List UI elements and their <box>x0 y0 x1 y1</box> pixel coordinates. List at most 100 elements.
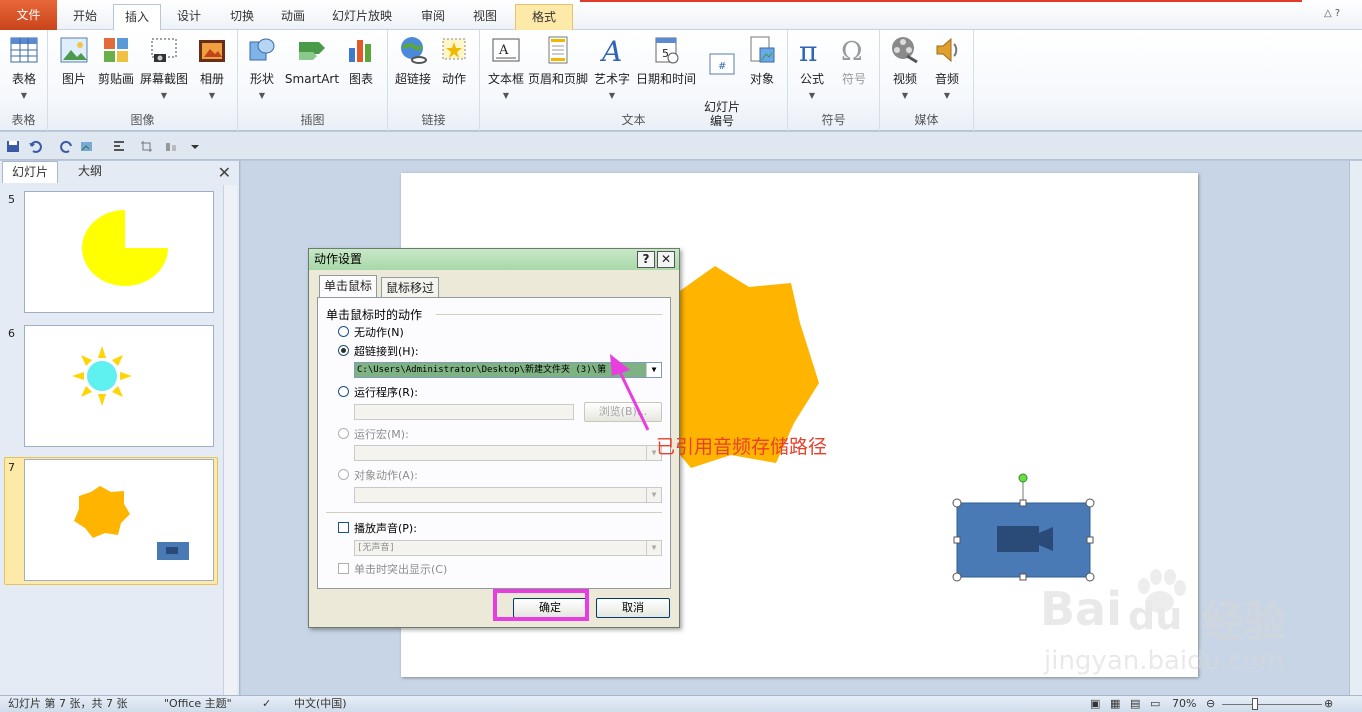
svg-text:#: # <box>718 61 726 72</box>
sun-shape-thumbnail <box>72 346 132 406</box>
view-sorter-icon[interactable]: ▦ <box>1110 696 1120 712</box>
tab-transitions[interactable]: 切换 <box>217 4 267 30</box>
radio-run-macro[interactable] <box>338 428 349 439</box>
audio-button[interactable]: 音频 ▼ <box>928 34 966 103</box>
group-symbols: π 公式 ▼ Ω 符号 符号 <box>788 30 880 131</box>
align-icon[interactable] <box>112 140 126 153</box>
view-slideshow-icon[interactable]: ▭ <box>1150 696 1160 712</box>
chevron-down-icon: ▼ <box>808 91 816 100</box>
status-bar: 幻灯片 第 7 张，共 7 张 "Office 主题" ✓ 中文(中国) ▣ ▦… <box>0 695 1362 712</box>
close-pane-icon[interactable]: ✕ <box>218 163 231 182</box>
play-sound-checkbox[interactable] <box>338 522 349 533</box>
radio-object-action[interactable] <box>338 469 349 480</box>
program-path-input[interactable] <box>354 404 574 420</box>
help-icon[interactable]: ? <box>637 251 655 268</box>
header-footer-button[interactable]: 页眉和页脚 <box>526 34 590 86</box>
shapes-button[interactable]: 形状 ▼ <box>244 34 280 103</box>
clipart-button[interactable]: 剪贴画 <box>96 34 136 86</box>
zoom-thumb[interactable] <box>1252 698 1258 710</box>
undo-icon[interactable] <box>28 140 42 153</box>
theme-name: "Office 主题" <box>164 697 232 710</box>
screenshot-button[interactable]: 屏幕截图 ▼ <box>138 34 190 103</box>
highlight-click-checkbox[interactable] <box>338 563 349 574</box>
svg-text:Ω: Ω <box>841 37 863 66</box>
help-icon[interactable]: △ ? <box>1324 8 1354 22</box>
chevron-down-icon: ▼ <box>901 91 909 100</box>
album-button[interactable]: 相册 ▼ <box>194 34 230 103</box>
tab-mouse-click[interactable]: 单击鼠标 <box>319 275 378 298</box>
chevron-down-icon: ▼ <box>160 91 168 100</box>
hyperlink-button[interactable]: 超链接 <box>392 34 434 86</box>
image-edit-icon[interactable] <box>80 140 94 153</box>
tab-animations[interactable]: 动画 <box>270 4 316 30</box>
zoom-in-icon[interactable]: ⊕ <box>1324 696 1333 712</box>
video-button[interactable]: 视频 ▼ <box>886 34 924 103</box>
spellcheck-icon[interactable]: ✓ <box>262 696 271 712</box>
view-normal-icon[interactable]: ▣ <box>1090 696 1100 712</box>
picture-button[interactable]: 图片 <box>54 34 94 86</box>
thumbnail-scrollbar[interactable] <box>223 185 237 695</box>
smartart-button[interactable]: SmartArt <box>284 34 340 86</box>
album-icon <box>199 40 225 62</box>
equation-button[interactable]: π 公式 ▼ <box>794 34 830 103</box>
distribute-icon[interactable] <box>164 140 178 153</box>
chevron-down-icon: ▼ <box>608 91 616 100</box>
datetime-button[interactable]: 5 日期和时间 <box>634 34 698 86</box>
redo-icon[interactable] <box>60 140 74 153</box>
sound-select[interactable]: [无声音] ▼ <box>354 540 662 556</box>
wordart-icon: A <box>599 35 622 66</box>
object-action-select[interactable]: ▼ <box>354 487 662 503</box>
tab-slides[interactable]: 幻灯片 <box>2 161 58 183</box>
object-button[interactable]: 对象 <box>744 34 780 86</box>
dropdown-arrow-icon: ▼ <box>646 541 661 555</box>
slide-scrollbar[interactable] <box>1349 161 1362 695</box>
zoom-level[interactable]: 70% <box>1172 696 1196 712</box>
radio-none[interactable] <box>338 326 349 337</box>
view-reading-icon[interactable]: ▤ <box>1130 696 1140 712</box>
table-button[interactable]: 表格 ▼ <box>6 34 42 103</box>
wordart-button[interactable]: A 艺术字 ▼ <box>592 34 632 103</box>
textbox-button[interactable]: A 文本框 ▼ <box>484 34 528 103</box>
tab-design[interactable]: 设计 <box>164 4 214 30</box>
customize-qat-icon[interactable] <box>188 140 202 153</box>
tab-home[interactable]: 开始 <box>60 4 110 30</box>
language[interactable]: 中文(中国) <box>294 696 347 712</box>
ribbon-tab-bar: 文件 开始 插入 设计 切换 动画 幻灯片放映 审阅 视图 格式 △ ? <box>0 0 1362 30</box>
macro-select[interactable]: ▼ <box>354 445 662 461</box>
clipart-icon <box>104 38 128 62</box>
svg-text:π: π <box>799 35 817 66</box>
tab-slideshow[interactable]: 幻灯片放映 <box>322 4 402 30</box>
slide-number-icon: # <box>709 53 735 75</box>
radio-hyperlink[interactable] <box>338 345 349 356</box>
dialog-title: 动作设置 <box>309 249 679 270</box>
slide-thumbnail-pane: 幻灯片 大纲 ✕ 5 6 7 <box>0 161 240 695</box>
dropdown-arrow-icon: ▼ <box>646 488 661 502</box>
crop-icon[interactable] <box>140 140 154 153</box>
tab-review[interactable]: 审阅 <box>410 4 456 30</box>
tab-insert[interactable]: 插入 <box>113 4 161 30</box>
zoom-slider[interactable] <box>1222 704 1322 705</box>
chart-button[interactable]: 图表 <box>342 34 380 86</box>
cancel-button[interactable]: 取消 <box>596 598 670 618</box>
save-icon[interactable] <box>6 140 20 153</box>
tab-view[interactable]: 视图 <box>462 4 508 30</box>
format-context-indicator <box>580 0 1302 2</box>
action-button[interactable]: 动作 <box>436 34 472 86</box>
tab-mouse-over[interactable]: 鼠标移过 <box>381 277 440 298</box>
textbox-icon: A <box>492 38 520 62</box>
tab-format[interactable]: 格式 <box>515 4 573 30</box>
tab-file[interactable]: 文件 <box>0 0 57 30</box>
equation-icon: π <box>799 35 817 66</box>
screenshot-icon <box>151 38 177 62</box>
zoom-out-icon[interactable]: ⊖ <box>1206 696 1215 712</box>
ok-highlight-annotation <box>493 589 589 621</box>
group-images: 图片 剪贴画 屏幕截图 ▼ 相册 ▼ 图像 <box>48 30 238 131</box>
svg-text:A: A <box>498 43 509 58</box>
annotation-text: 已引用音频存储路径 <box>656 436 828 458</box>
symbol-button[interactable]: Ω 符号 <box>836 34 872 86</box>
radio-run-program[interactable] <box>338 386 349 397</box>
group-links: 超链接 动作 链接 <box>388 30 480 131</box>
group-illustrations: 形状 ▼ SmartArt 图表 插图 <box>238 30 388 131</box>
tab-outline[interactable]: 大纲 <box>60 161 120 183</box>
close-icon[interactable]: ✕ <box>657 251 675 268</box>
